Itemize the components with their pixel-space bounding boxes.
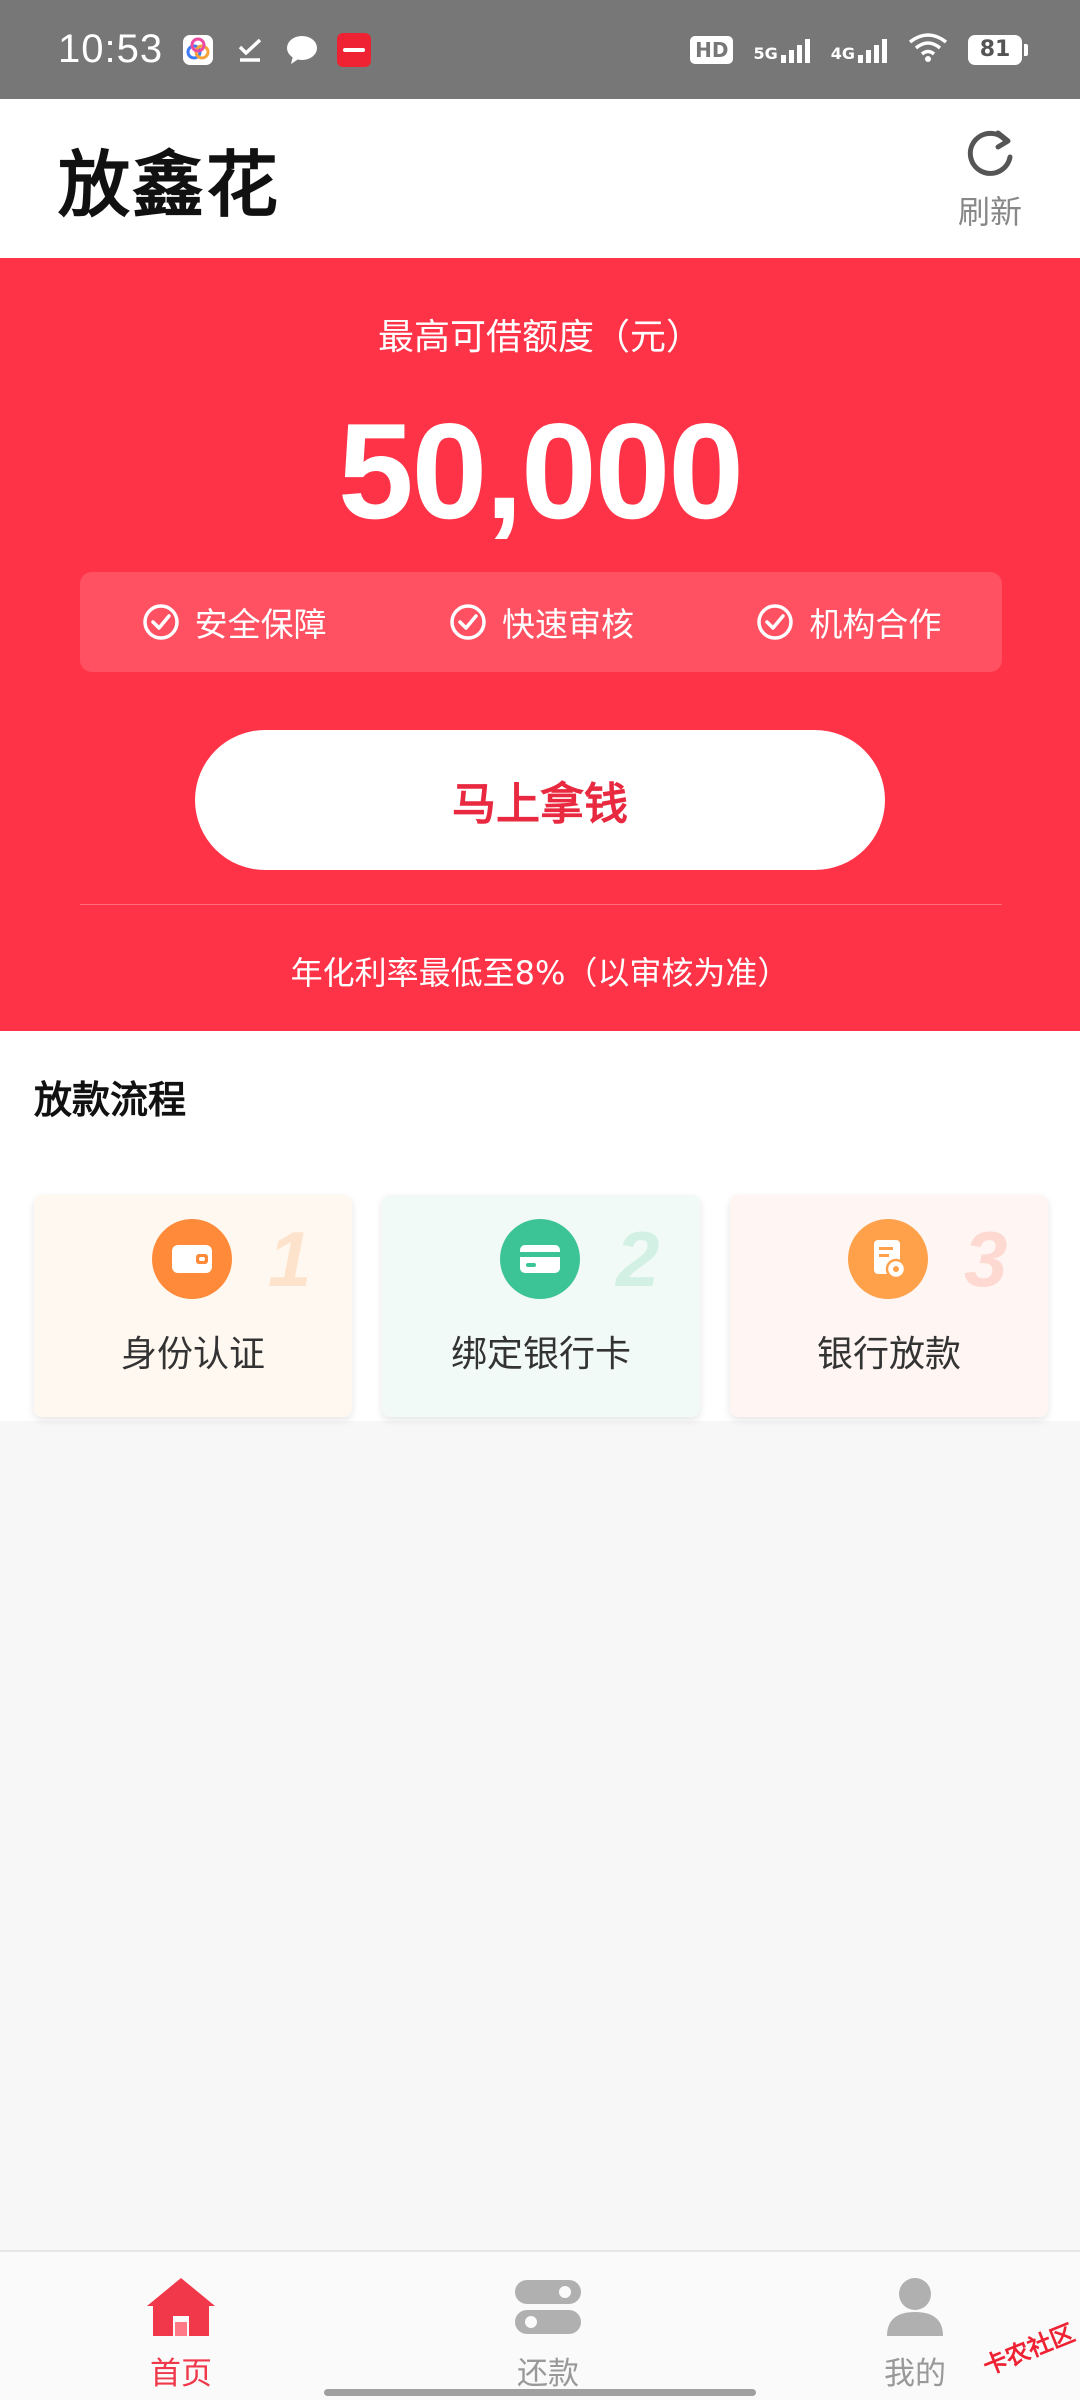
battery-level: 81 — [979, 37, 1011, 62]
step-identity-verification[interactable]: 1 身份认证 — [34, 1195, 352, 1417]
app-header: 放鑫花 刷新 — [0, 99, 1080, 258]
step-number: 3 — [964, 1215, 1008, 1303]
feature-label: 安全保障 — [194, 605, 327, 644]
step-number: 1 — [268, 1215, 312, 1303]
message-notification-icon — [285, 33, 319, 67]
home-indicator[interactable] — [324, 2389, 756, 2396]
credit-limit-caption: 最高可借额度（元） — [377, 317, 702, 358]
wallet-icon — [152, 1219, 232, 1299]
step-label: 绑定银行卡 — [450, 1334, 631, 1375]
checkmark-notification-icon — [233, 33, 267, 67]
check-circle-icon — [755, 602, 795, 642]
step-label: 身份认证 — [120, 1334, 265, 1375]
home-icon — [143, 2274, 219, 2342]
loan-process-section: 放款流程 1 身份认证 2 绑定银行卡 3 银行放款 — [0, 1031, 1080, 1421]
nav-repay[interactable]: 还款 — [463, 2252, 633, 2400]
feature-fast-review: 快速审核 — [448, 598, 634, 646]
bottom-navigation: 首页 还款 我的 — [0, 2250, 1080, 2400]
feature-partners: 机构合作 — [755, 598, 941, 646]
status-left: 10:53 — [58, 27, 372, 72]
status-right: HD 5G 4G 81 — [690, 32, 1028, 67]
divider — [80, 904, 1002, 905]
hd-icon: HD — [690, 35, 734, 64]
check-circle-icon — [448, 602, 488, 642]
features-bar: 安全保障 快速审核 机构合作 — [80, 572, 1002, 672]
status-time: 10:53 — [58, 27, 164, 71]
wifi-icon — [908, 32, 948, 67]
bank-card-icon — [500, 1219, 580, 1299]
app-title: 放鑫花 — [58, 143, 281, 227]
repay-icon — [513, 2274, 583, 2342]
loan-document-icon — [848, 1219, 928, 1299]
refresh-icon — [962, 125, 1018, 185]
battery-icon: 81 — [968, 34, 1028, 65]
network-4g-label: 4G — [830, 43, 855, 63]
network-5g-label: 5G — [753, 43, 778, 63]
profile-icon — [883, 2274, 947, 2342]
refresh-label: 刷新 — [957, 192, 1022, 231]
step-label: 银行放款 — [816, 1334, 961, 1375]
nav-home[interactable]: 首页 — [96, 2252, 266, 2400]
nav-profile[interactable]: 我的 — [830, 2252, 1000, 2400]
step-number: 2 — [616, 1215, 660, 1303]
feature-label: 机构合作 — [809, 605, 942, 644]
get-money-button[interactable]: 马上拿钱 — [195, 730, 885, 870]
loan-hero-card: 最高可借额度（元） 50,000 安全保障 快速审核 机构合作 马上拿钱 年化利… — [0, 258, 1080, 1031]
signal-4g-icon: 4G — [831, 37, 888, 63]
status-bar: 10:53 HD 5G 4G 81 — [0, 0, 1080, 99]
section-title: 放款流程 — [34, 1078, 187, 1122]
hd-label: HD — [690, 35, 734, 64]
check-circle-icon — [141, 602, 181, 642]
feature-label: 快速审核 — [501, 605, 634, 644]
signal-5g-icon: 5G — [753, 37, 810, 63]
nav-label: 首页 — [150, 2356, 212, 2392]
step-bind-bank-card[interactable]: 2 绑定银行卡 — [382, 1195, 700, 1417]
process-steps: 1 身份认证 2 绑定银行卡 3 银行放款 — [34, 1195, 1048, 1417]
feature-security: 安全保障 — [141, 598, 327, 646]
nav-label: 我的 — [884, 2356, 946, 2392]
nav-label: 还款 — [517, 2356, 579, 2392]
refresh-button[interactable]: 刷新 — [958, 125, 1022, 233]
red-app-notification-icon — [337, 32, 372, 67]
app-notification-icon — [181, 33, 215, 67]
interest-rate-note: 年化利率最低至8%（以审核为准） — [290, 954, 790, 992]
credit-limit-amount: 50,000 — [338, 395, 744, 547]
step-bank-disbursement[interactable]: 3 银行放款 — [730, 1195, 1048, 1417]
